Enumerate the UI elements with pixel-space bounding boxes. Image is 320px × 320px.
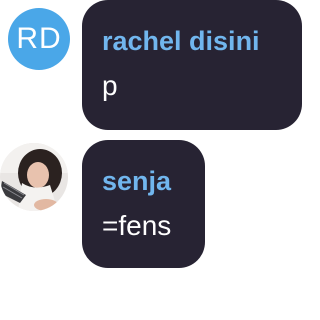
chat-message-list: RD rachel disini p senja =fens	[0, 0, 303, 320]
avatar[interactable]: RD	[8, 8, 70, 70]
message-text: p	[102, 70, 118, 101]
message-text: =fens	[102, 210, 172, 241]
avatar-photo-image	[0, 143, 68, 211]
message-bubble[interactable]: rachel disini p	[82, 0, 302, 130]
sender-name[interactable]: rachel disini	[102, 26, 260, 57]
message-bubble[interactable]: senja =fens	[82, 140, 205, 268]
avatar[interactable]	[0, 143, 68, 211]
sender-name[interactable]: senja	[102, 166, 171, 197]
